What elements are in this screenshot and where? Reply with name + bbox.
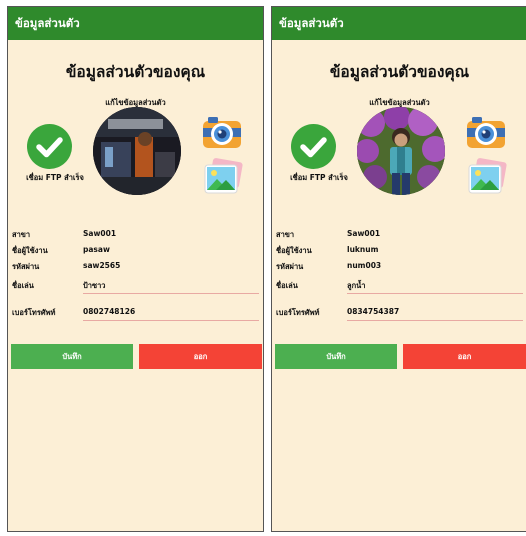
- gallery-icon[interactable]: [202, 158, 244, 196]
- check-icon: [27, 124, 72, 169]
- phone-label: เบอร์โทรศัพท์: [12, 308, 56, 317]
- nickname-label: ชื่อเล่น: [276, 281, 298, 290]
- save-button[interactable]: บันทึก: [275, 344, 397, 369]
- logout-button[interactable]: ออก: [403, 344, 526, 369]
- nickname-underline: [347, 293, 523, 294]
- branch-label: สาขา: [276, 230, 295, 239]
- save-button[interactable]: บันทึก: [11, 344, 133, 369]
- branch-label: สาขา: [12, 230, 31, 239]
- ftp-status-text: เชื่อม FTP สำเร็จ: [290, 173, 348, 182]
- phone-label: เบอร์โทรศัพท์: [276, 308, 320, 317]
- page-title: ข้อมูลส่วนตัวของคุณ: [329, 63, 470, 81]
- phone-field[interactable]: 0802748126: [83, 307, 135, 316]
- nickname-field[interactable]: ป้าซาว: [83, 280, 106, 292]
- branch-value: Saw001: [347, 229, 381, 238]
- phone-underline: [347, 320, 523, 321]
- phone-field[interactable]: 0834754387: [347, 307, 399, 316]
- username-value: pasaw: [83, 245, 110, 254]
- password-value: saw2565: [83, 261, 121, 270]
- nickname-field[interactable]: ลูกน้ำ: [347, 280, 365, 292]
- password-value: num003: [347, 261, 382, 270]
- check-icon: [291, 124, 336, 169]
- phone-underline: [83, 320, 259, 321]
- username-value: luknum: [347, 245, 379, 254]
- password-label: รหัสผ่าน: [12, 262, 40, 271]
- password-label: รหัสผ่าน: [276, 262, 304, 271]
- nickname-underline: [83, 293, 259, 294]
- branch-value: Saw001: [83, 229, 117, 238]
- username-label: ชื่อผู้ใช้งาน: [276, 246, 312, 255]
- camera-icon[interactable]: [200, 113, 244, 150]
- profile-screen-1: ข้อมูลส่วนตัว ข้อมูลส่วนตัวของคุณ แก้ไขข…: [7, 6, 264, 532]
- page-title: ข้อมูลส่วนตัวของคุณ: [65, 63, 206, 81]
- logout-button[interactable]: ออก: [139, 344, 262, 369]
- profile-screen-2: ข้อมูลส่วนตัว ข้อมูลส่วนตัวของคุณ แก้ไขข…: [271, 6, 526, 532]
- username-label: ชื่อผู้ใช้งาน: [12, 246, 48, 255]
- gallery-icon[interactable]: [466, 158, 508, 196]
- app-bar-title: ข้อมูลส่วนตัว: [272, 7, 526, 40]
- avatar: [93, 107, 181, 195]
- nickname-label: ชื่อเล่น: [12, 281, 34, 290]
- camera-icon[interactable]: [464, 113, 508, 150]
- app-bar-title: ข้อมูลส่วนตัว: [8, 7, 263, 40]
- avatar: [357, 107, 445, 195]
- ftp-status-text: เชื่อม FTP สำเร็จ: [26, 173, 84, 182]
